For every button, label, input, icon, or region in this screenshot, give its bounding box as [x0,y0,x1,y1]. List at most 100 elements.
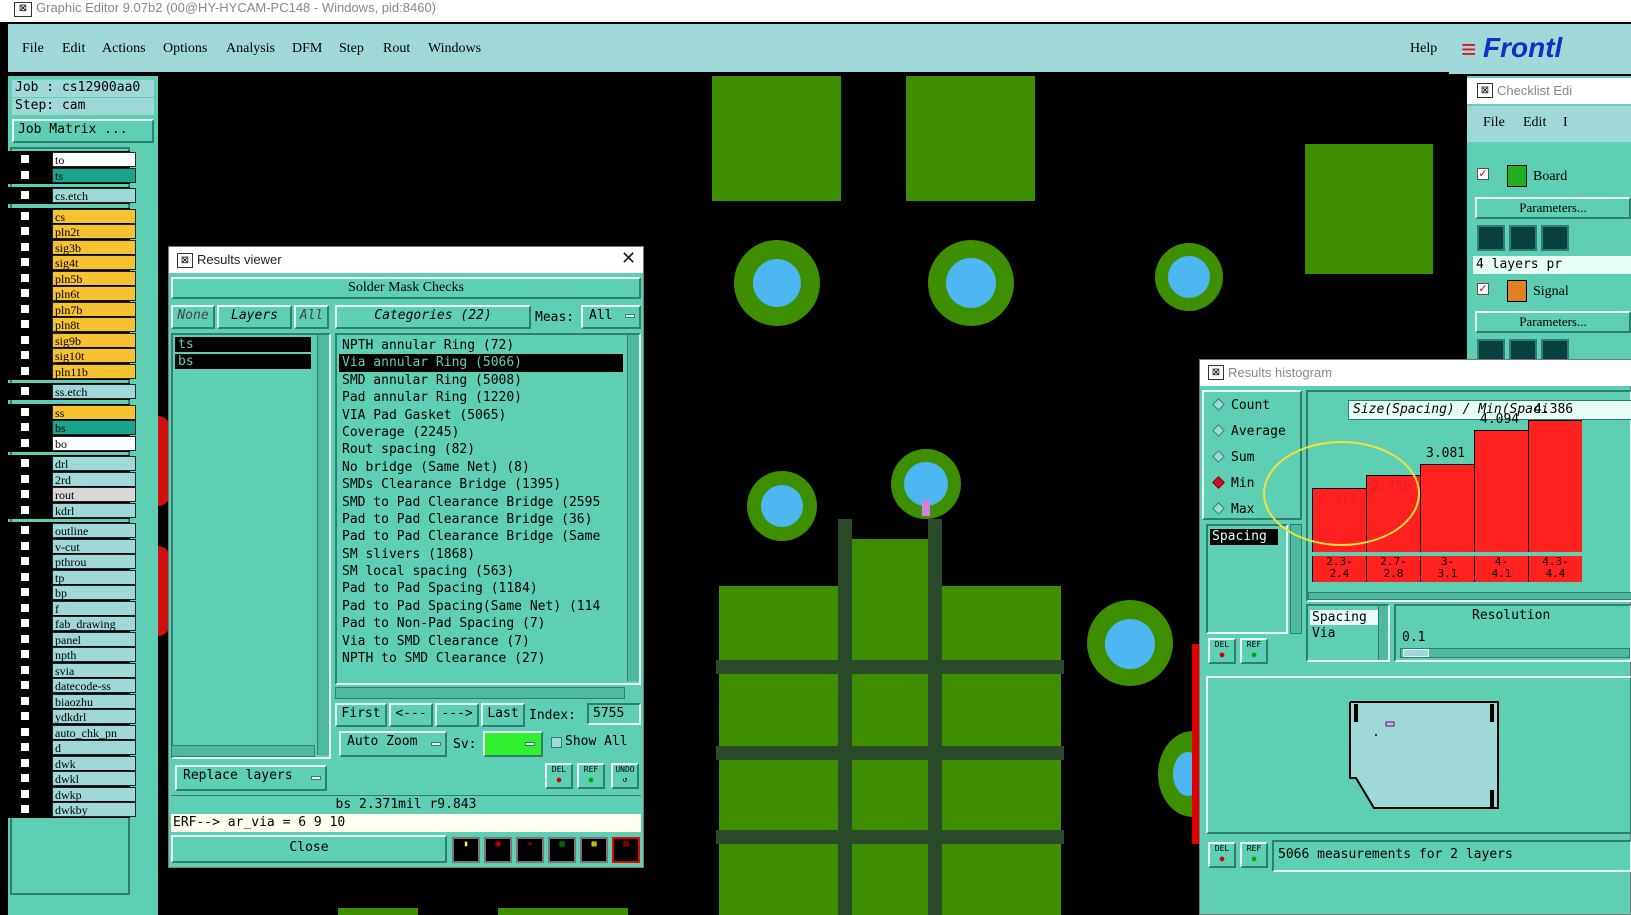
histogram-ref-button[interactable]: REF ● [1240,638,1268,664]
list-item[interactable]: bs [175,354,311,369]
category-item[interactable]: SMD to Pad Clearance Bridge (2595 [339,494,623,511]
layer-checkbox[interactable] [20,649,30,659]
histogram-hscrollbar[interactable] [1308,592,1631,600]
layer-row[interactable]: outline [15,523,136,538]
category-item[interactable]: VIA Pad Gasket (5065) [339,407,623,424]
measure-list[interactable]: Spacing [1206,524,1288,634]
none-button[interactable]: None [171,305,215,329]
menu-actions[interactable]: Actions [102,41,146,57]
layer-row[interactable]: f [15,600,136,616]
layer-name[interactable]: ydkdrl [52,709,136,724]
solder-mask-checks-header[interactable]: Solder Mask Checks [171,277,641,299]
category-item[interactable]: Pad to Pad Clearance Bridge (Same [339,528,623,545]
layer-checkbox[interactable] [20,540,30,551]
layer-row[interactable]: bs [15,420,136,435]
layer-name[interactable]: sig3b [52,239,136,255]
layers-button[interactable]: Layers [217,305,292,329]
category-item[interactable]: SM local spacing (563) [339,563,623,580]
layer-row[interactable]: v-cut [15,538,136,554]
clear-icon[interactable]: ✕ [516,837,544,863]
category-item[interactable]: Pad to Pad Clearance Bridge (36) [339,511,623,528]
ref-button[interactable]: REF ● [577,763,605,789]
layer-checkbox[interactable] [20,504,30,515]
layer-name[interactable]: bs [52,420,136,435]
category-item[interactable]: Coverage (2245) [339,424,623,441]
layer-checkbox[interactable] [20,695,30,706]
layer-name[interactable]: pln7b [52,301,136,317]
layer-name[interactable]: d [52,740,136,755]
layer-checkbox[interactable] [20,473,30,484]
board-preview[interactable] [1206,676,1631,834]
layer-name[interactable]: dwk [52,755,136,771]
layer-name[interactable]: dwkl [52,771,136,786]
meas-select[interactable]: All [581,305,641,329]
layer-checkbox[interactable] [20,406,30,417]
del-button[interactable]: DEL ● [545,763,573,789]
layer-row[interactable]: dwk [15,755,136,771]
layer-name[interactable]: cs.etch [52,188,136,203]
statistic-option-count[interactable]: Count [1210,396,1270,416]
menu-analysis[interactable]: Analysis [226,41,275,57]
layer-checkbox[interactable] [20,154,30,164]
resolution-slider[interactable] [1400,648,1630,658]
layer-checkbox[interactable] [20,210,30,221]
index-input[interactable]: 5755 [587,703,641,725]
layer-row[interactable]: cs [15,208,136,224]
category-item[interactable]: SMDs Clearance Bridge (1395) [339,476,623,493]
sv-color-select[interactable] [483,731,543,757]
layer-checkbox[interactable] [20,190,30,200]
layer-checkbox[interactable] [20,422,30,432]
layer-name[interactable]: f [52,600,136,616]
layer-checkbox[interactable] [20,288,30,298]
category-item[interactable]: No bridge (Same Net) (8) [339,459,623,476]
category-item[interactable]: Pad to Pad Spacing(Same Net) (114 [339,598,623,615]
layer-row[interactable]: dwkby [15,802,136,817]
layer-checkbox[interactable] [20,350,30,360]
histogram-icon[interactable]: ▥ [612,837,640,863]
histogram-bar[interactable] [1474,430,1528,552]
layer-row[interactable]: sig9b [15,332,136,348]
layer-name[interactable]: sig4t [52,255,136,270]
layer-checkbox[interactable] [20,365,30,376]
layer-row[interactable]: 2rd [15,471,136,487]
layer-checkbox[interactable] [20,525,30,535]
layer-row[interactable]: pln5b [15,270,136,286]
layer-row[interactable]: sig3b [15,239,136,255]
layer-name[interactable]: drl [52,456,136,471]
category-item[interactable]: Via annular Ring (5066) [339,354,623,372]
layer-checkbox[interactable] [20,272,30,283]
layer-row[interactable]: to [15,152,136,167]
layer-name[interactable]: kdrl [52,502,136,518]
layer-row[interactable]: pln6t [15,286,136,301]
layer-name[interactable]: v-cut [52,538,136,554]
signal-parameters-button[interactable]: Parameters... [1475,311,1631,333]
job-matrix-button[interactable]: Job Matrix ... [12,119,154,143]
menu-file[interactable]: File [22,41,44,57]
layer-row[interactable]: sig4t [15,255,136,270]
layer-name[interactable]: npth [52,647,136,662]
layer-row[interactable]: rout [15,487,136,502]
category-item[interactable]: Pad to Non-Pad Spacing (7) [339,615,623,632]
highlight-icon[interactable]: ▮ [452,837,480,863]
layer-checkbox[interactable] [20,680,30,690]
layer-checkbox[interactable] [20,726,30,737]
layer-checkbox[interactable] [20,386,30,396]
layer-name[interactable]: pln2t [52,224,136,239]
layer-row[interactable]: pln8t [15,317,136,332]
report-icon[interactable]: ▦ [580,837,608,863]
layer-name[interactable]: pln8t [52,317,136,332]
layer-checkbox[interactable] [20,303,30,314]
layer-checkbox[interactable] [20,773,30,783]
layer-checkbox[interactable] [20,587,30,597]
layer-name[interactable]: cs [52,208,136,224]
layer-row[interactable]: datecode-ss [15,678,136,693]
layer-row[interactable]: drl [15,456,136,471]
categories-list[interactable]: NPTH annular Ring (72) Via annular Ring (… [335,333,641,685]
layer-row[interactable]: pln7b [15,301,136,317]
first-button[interactable]: First [335,703,387,727]
layer-name[interactable]: ss [52,404,136,420]
layer-name[interactable]: pln5b [52,270,136,286]
menu-windows[interactable]: Windows [428,41,481,57]
layer-checkbox[interactable] [20,334,30,345]
statistic-option-min[interactable]: Min [1210,474,1254,494]
